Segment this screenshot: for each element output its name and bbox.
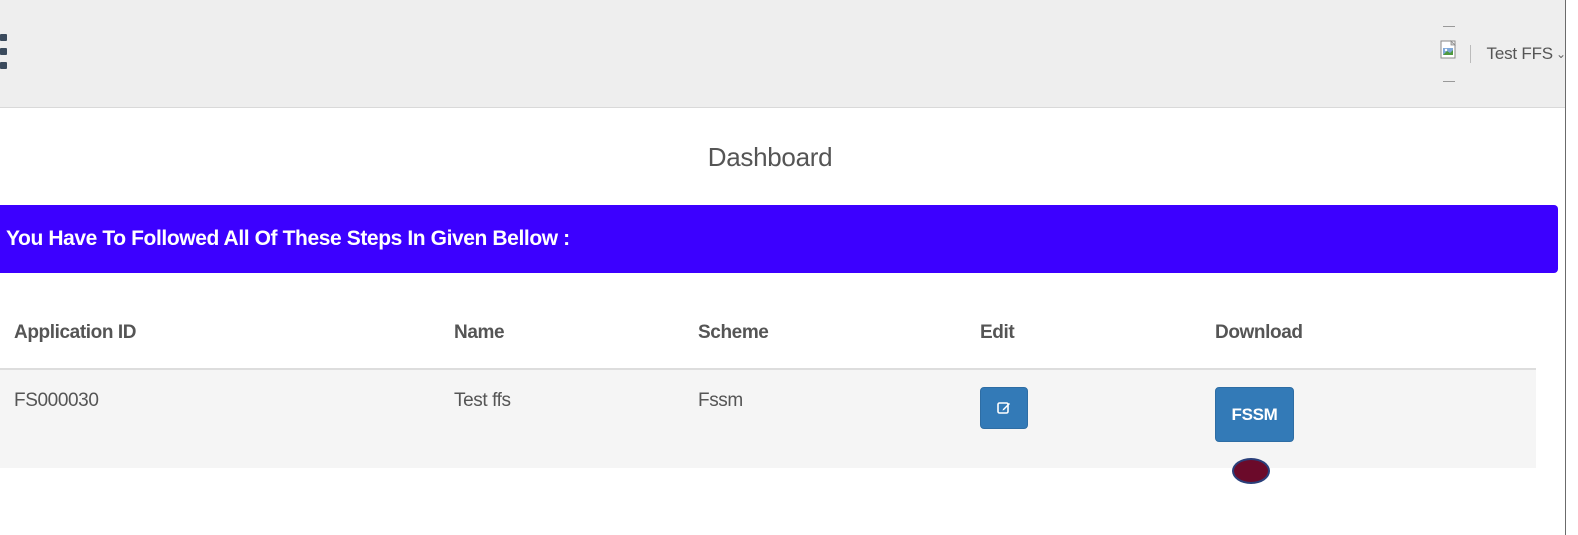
cell-scheme: Fssm bbox=[698, 390, 743, 411]
table-row: FS000030 Test ffs Fssm FSSM bbox=[0, 370, 1536, 468]
column-header-scheme: Scheme bbox=[698, 322, 769, 343]
column-header-name: Name bbox=[454, 322, 505, 343]
table-header: Application ID Name Scheme Edit Download bbox=[0, 300, 1536, 370]
menu-toggle-icon[interactable] bbox=[0, 34, 8, 74]
column-header-application-id: Application ID bbox=[14, 322, 137, 343]
edit-icon bbox=[997, 402, 1010, 414]
column-header-edit: Edit bbox=[980, 322, 1015, 343]
avatar[interactable] bbox=[1438, 24, 1460, 84]
applications-table: Application ID Name Scheme Edit Download… bbox=[0, 300, 1536, 468]
cell-name: Test ffs bbox=[454, 390, 511, 411]
pointer-cursor-marker bbox=[1232, 458, 1270, 484]
cell-application-id: FS000030 bbox=[14, 390, 99, 411]
scrollbar[interactable] bbox=[1565, 0, 1578, 535]
user-name[interactable]: Test FFS bbox=[1487, 44, 1554, 64]
app-page: Test FFS ⌄ Dashboard You Have To Followe… bbox=[0, 0, 1578, 535]
steps-banner: You Have To Followed All Of These Steps … bbox=[0, 205, 1558, 273]
page-title: Dashboard bbox=[707, 142, 833, 172]
download-fssm-button[interactable]: FSSM bbox=[1215, 387, 1294, 442]
column-header-download: Download bbox=[1215, 322, 1303, 343]
broken-image-icon bbox=[1440, 40, 1456, 59]
top-navbar: Test FFS ⌄ bbox=[0, 0, 1566, 108]
user-menu[interactable]: Test FFS ⌄ bbox=[1438, 24, 1566, 84]
user-separator bbox=[1469, 45, 1471, 63]
banner-text: You Have To Followed All Of These Steps … bbox=[6, 227, 570, 250]
edit-button[interactable] bbox=[980, 387, 1028, 429]
